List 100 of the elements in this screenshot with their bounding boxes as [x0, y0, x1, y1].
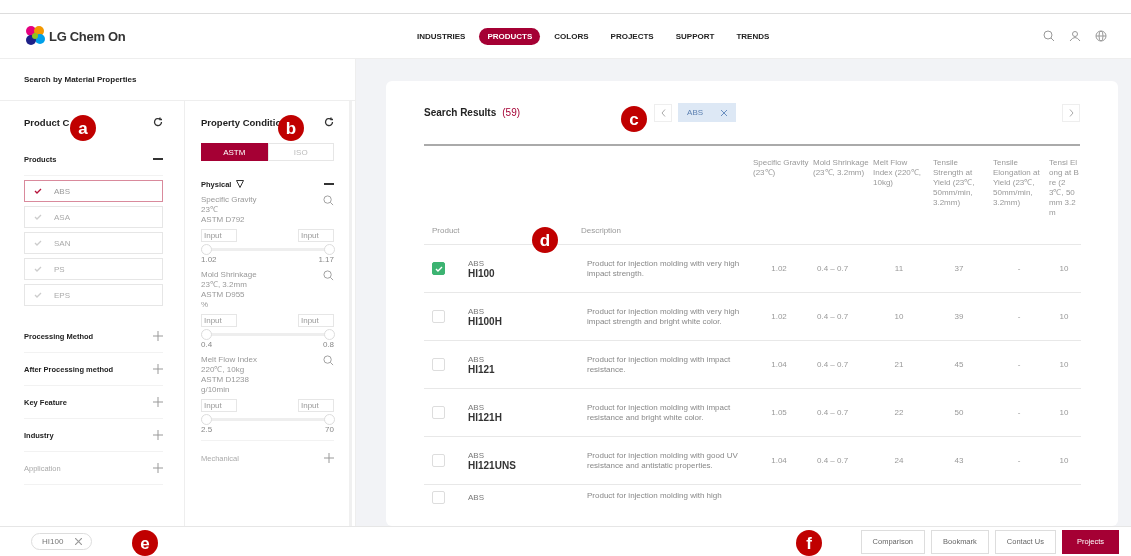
nav-link[interactable]: COLORS	[546, 27, 597, 45]
refresh-icon[interactable]	[153, 117, 163, 127]
column-header: Tensile Elongation at Yield (23℃, 50mm/min, 3.2mm)	[993, 158, 1040, 207]
max-input[interactable]: Input	[298, 399, 334, 412]
table-cell-text: 1.05	[770, 407, 788, 418]
column-header: Melt Flow Index (220℃, 10kg)	[873, 158, 922, 187]
product-category: ABS	[468, 354, 485, 364]
close-icon[interactable]	[721, 109, 728, 116]
product-category: ABS	[468, 306, 485, 316]
product-name[interactable]: HI121H	[468, 411, 502, 423]
table-cell-text: -	[1016, 455, 1022, 466]
min-input[interactable]: Input	[201, 314, 237, 327]
slider-thumb[interactable]	[324, 329, 335, 340]
max-input[interactable]: Input	[298, 314, 334, 327]
table-cell-text: 10	[1058, 407, 1070, 418]
table-cell-text: 43	[953, 455, 965, 466]
chevron-left-icon	[660, 108, 666, 117]
check-icon	[34, 188, 42, 194]
standard-tab[interactable]: ASTM	[201, 143, 268, 161]
slider-thumb[interactable]	[201, 244, 212, 255]
slider-thumb[interactable]	[324, 244, 335, 255]
search-icon[interactable]	[323, 195, 334, 206]
nav-link[interactable]: PRODUCTS	[479, 27, 541, 45]
table-cell-text: 10	[1058, 359, 1070, 370]
property-label: Melt Flow Index 220℃, 10kg ASTM D1238 g/10min	[201, 355, 258, 395]
next-button[interactable]	[1062, 103, 1080, 122]
description-cell-text: Product for injection molding with very high impact strength.	[586, 258, 741, 279]
table-cell-text: 1.04	[770, 455, 788, 466]
results-title: Search Results	[424, 107, 497, 118]
search-icon[interactable]	[1043, 30, 1055, 42]
check-icon	[434, 265, 443, 272]
callout-marker: f	[796, 530, 822, 556]
max-value: 1.17	[318, 255, 334, 264]
table-cell-text: -	[1016, 311, 1022, 322]
slider-thumb[interactable]	[201, 329, 212, 340]
callout-marker: e	[132, 530, 158, 556]
table-cell-text: 10	[1058, 311, 1070, 322]
table-cell-text: 11	[893, 263, 905, 274]
column-header: Specific Gravity (23℃)	[753, 158, 809, 177]
min-input[interactable]: Input	[201, 399, 237, 412]
slider-thumb[interactable]	[201, 414, 212, 425]
plus-icon[interactable]	[324, 453, 334, 463]
globe-icon[interactable]	[1095, 30, 1107, 42]
nav-link[interactable]: TRENDS	[728, 27, 778, 45]
product-category: ABS	[468, 258, 485, 268]
min-input[interactable]: Input	[201, 229, 237, 242]
table-cell-text: 50	[953, 407, 965, 418]
filter-icon[interactable]	[236, 180, 245, 188]
table-cell-text: 24	[893, 455, 905, 466]
results-count: (59)	[502, 107, 521, 118]
table-cell-text: 21	[893, 359, 905, 370]
table-cell-text: 10	[1058, 263, 1070, 274]
plus-icon[interactable]	[153, 397, 163, 407]
close-icon[interactable]	[75, 538, 83, 545]
description-cell-text: Product for injection molding with very high impact strength and bright white color.	[586, 306, 741, 327]
nav-link[interactable]: INDUSTRIES	[409, 27, 474, 45]
product-name[interactable]: HI121	[468, 363, 495, 375]
description-cell-text: Product for injection molding with good UV resistance and antistatic properties.	[586, 450, 739, 471]
product-category: ABS	[468, 402, 485, 412]
table-cell-text: -	[1016, 359, 1022, 370]
table-cell-text: -	[1016, 407, 1022, 418]
column-header: Mold Shrinkage (23℃, 3.2mm)	[813, 158, 869, 177]
check-icon	[34, 266, 42, 272]
table-cell-text: 0.4 – 0.7	[816, 263, 850, 274]
column-title: Product C	[24, 116, 70, 128]
table-cell-text: 0.4 – 0.7	[816, 311, 850, 322]
min-value: 2.5	[201, 425, 213, 434]
table-cell-text: 1.02	[770, 311, 788, 322]
product-name[interactable]: HI121UNS	[468, 459, 516, 471]
table-cell-text: -	[1016, 263, 1022, 274]
slider-thumb[interactable]	[324, 414, 335, 425]
plus-icon[interactable]	[153, 364, 163, 374]
range-slider[interactable]	[201, 329, 334, 340]
nav-link[interactable]: PROJECTS	[602, 27, 662, 45]
logo-text[interactable]: LG Chem On	[49, 28, 126, 44]
min-value: 1.02	[201, 255, 217, 264]
search-icon[interactable]	[323, 355, 334, 366]
user-icon[interactable]	[1069, 30, 1081, 42]
range-slider[interactable]	[201, 244, 334, 255]
range-slider[interactable]	[201, 414, 334, 425]
product-name[interactable]: HI100H	[468, 315, 502, 327]
max-input[interactable]: Input	[298, 229, 334, 242]
product-name[interactable]: HI100	[468, 267, 495, 279]
search-icon[interactable]	[323, 270, 334, 281]
product-category: ABS	[468, 450, 485, 460]
previous-button[interactable]	[654, 103, 673, 122]
max-value: 0.8	[322, 340, 334, 349]
table-cell-text: 1.04	[770, 359, 788, 370]
plus-icon[interactable]	[153, 331, 163, 341]
row-checkbox[interactable]	[432, 262, 445, 275]
table-cell-text: 0.4 – 0.7	[816, 359, 850, 370]
nav-link[interactable]: SUPPORT	[667, 27, 723, 45]
table-cell-text: 0.4 – 0.7	[816, 407, 850, 418]
chevron-right-icon	[1068, 108, 1074, 117]
check-icon	[34, 214, 42, 220]
filter-chip[interactable]: ABS	[678, 103, 737, 122]
table-cell-text: 0.4 – 0.7	[816, 455, 850, 466]
description-cell-text: Product for injection molding with high	[586, 491, 723, 501]
refresh-icon[interactable]	[324, 117, 334, 127]
plus-icon[interactable]	[153, 430, 163, 440]
